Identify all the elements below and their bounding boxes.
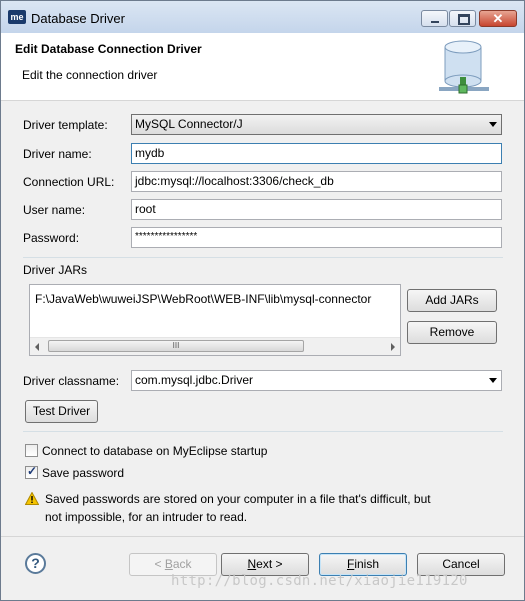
list-item[interactable]: F:\JavaWeb\wuweiJSP\WebRoot\WEB-INF\lib\… [32,289,397,309]
user-name-label: User name: [23,203,86,217]
window-title: Database Driver [31,11,125,26]
driver-template-label: Driver template: [23,118,108,132]
remove-button[interactable]: Remove [407,321,497,344]
driver-jars-label: Driver JARs [23,263,88,277]
header-title: Edit Database Connection Driver [15,42,202,56]
next-mnemonic: N [247,557,257,571]
password-input[interactable]: **************** [131,227,502,248]
password-label: Password: [23,231,80,245]
header-subtitle: Edit the connection driver [22,68,158,82]
driver-classname-label: Driver classname: [23,374,120,388]
footer-separator [1,536,524,537]
database-driver-icon [439,40,489,94]
chevron-down-icon [489,122,497,127]
back-prefix: < [154,557,165,571]
maximize-button[interactable] [449,10,476,27]
driver-jars-list[interactable]: F:\JavaWeb\wuweiJSP\WebRoot\WEB-INF\lib\… [29,284,401,356]
warning-icon [25,492,39,505]
user-name-input[interactable]: root [131,199,502,220]
close-button[interactable]: ✕ [479,10,517,27]
help-icon[interactable]: ? [25,553,46,574]
driver-name-label: Driver name: [23,147,92,161]
chevron-down-icon [489,378,497,383]
warning-text-line2: not impossible, for an intruder to read. [45,510,248,524]
separator [23,257,503,258]
dialog-window: me Database Driver ✕ Edit Database Conne… [0,0,525,601]
scroll-right-icon[interactable] [391,343,395,351]
checkmark-icon: ✓ [27,464,38,478]
back-mnemonic: B [164,557,173,571]
connection-url-label: Connection URL: [23,175,115,189]
blog-watermark: http://blog.csdn.net/xiaojie119120 [171,573,468,589]
test-driver-button[interactable]: Test Driver [25,400,98,423]
connection-url-input[interactable]: jdbc:mysql://localhost:3306/check_db [131,171,502,192]
add-jars-button[interactable]: Add JARs [407,289,497,312]
myeclipse-app-icon: me [8,10,26,24]
back-label: ack [172,557,192,571]
driver-classname-value: com.mysql.jdbc.Driver [135,373,254,387]
separator [23,431,503,432]
connect-startup-checkbox[interactable] [25,444,38,457]
save-password-label[interactable]: Save password [42,466,124,480]
warning-text-line1: Saved passwords are stored on your compu… [45,492,431,506]
dialog-header: Edit Database Connection Driver Edit the… [1,33,524,101]
minimize-button[interactable] [421,10,448,27]
next-label: ext > [256,557,283,571]
horizontal-scrollbar[interactable]: III [30,337,400,355]
save-password-checkbox[interactable]: ✓ [25,464,38,479]
connect-startup-label[interactable]: Connect to database on MyEclipse startup [42,444,267,458]
title-bar[interactable]: me Database Driver ✕ [1,1,524,33]
finish-label: inish [354,557,380,571]
driver-classname-select[interactable]: com.mysql.jdbc.Driver [131,370,502,391]
driver-name-input[interactable]: mydb [131,143,502,164]
close-icon: ✕ [492,11,504,26]
scroll-thumb[interactable]: III [48,340,304,352]
scroll-left-icon[interactable] [35,343,39,351]
driver-template-select[interactable]: MySQL Connector/J [131,114,502,135]
driver-template-value: MySQL Connector/J [135,117,243,131]
